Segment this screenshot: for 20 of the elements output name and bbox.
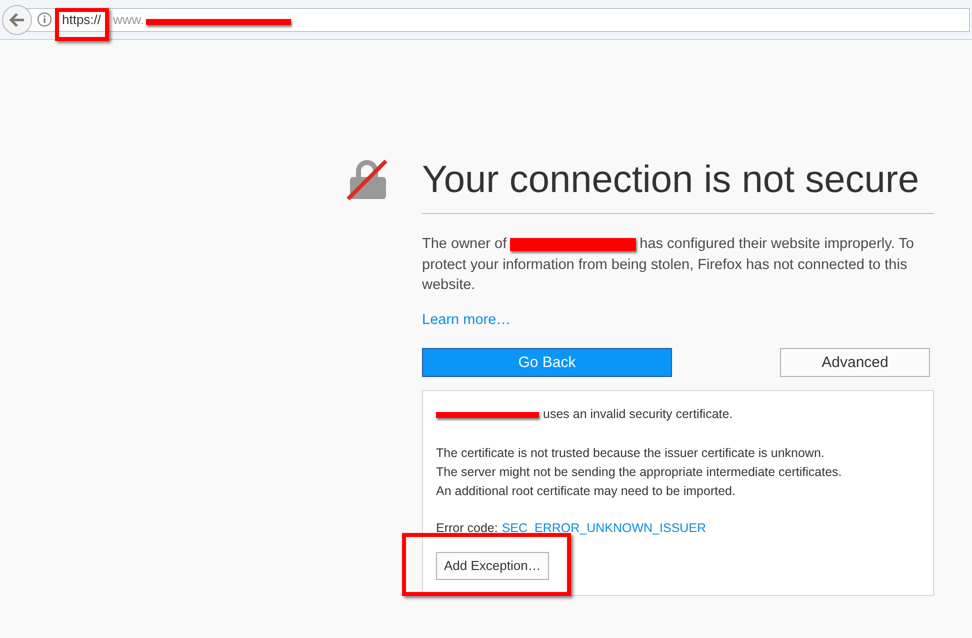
certificate-intro-text: uses an invalid security certificate. (543, 406, 733, 424)
add-exception-button[interactable]: Add Exception… (436, 552, 549, 580)
description-text: The owner of (422, 235, 507, 254)
page-title: Your connection is not secure (422, 155, 934, 214)
certificate-detail-text: The server might not be sending the appropriate intermediate certificates. (436, 464, 843, 481)
address-field[interactable]: https:// www. (26, 8, 970, 32)
description-text: has configured their website improperly. To (640, 235, 914, 254)
broken-lock-icon (346, 159, 390, 201)
info-icon (37, 12, 52, 27)
url-scheme: https:// (62, 10, 102, 29)
back-arrow-icon (9, 12, 25, 26)
back-button[interactable] (2, 4, 32, 34)
highlight-frame (55, 8, 109, 41)
certificate-detail-text: The certificate is not trusted because the issuer certificate is unknown. (436, 445, 826, 462)
description-text: protect your information from being stolen, Firefox has not connected to this website. (422, 256, 908, 295)
url-host: www. (113, 10, 144, 29)
certificate-detail-text: An additional root certificate may need to be imported. (436, 483, 736, 500)
error-code-link[interactable]: SEC_ERROR_UNKNOWN_ISSUER (502, 519, 706, 538)
advanced-button[interactable]: Advanced (780, 348, 930, 378)
error-code-label: Error code: (436, 520, 498, 537)
